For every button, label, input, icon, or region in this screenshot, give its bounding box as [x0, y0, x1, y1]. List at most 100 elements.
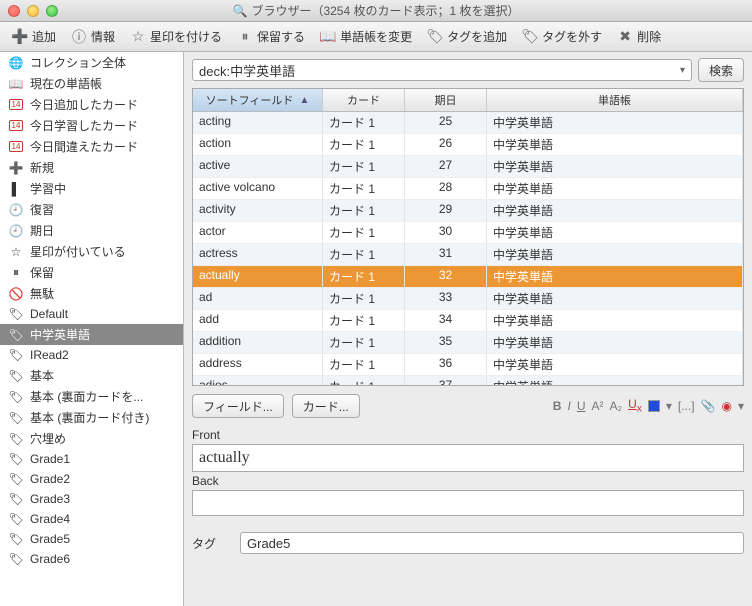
sidebar-item-label: Default [30, 307, 68, 321]
pause-icon: ⏸ [8, 265, 24, 281]
cell-due: 26 [405, 134, 487, 155]
more-button[interactable]: ▾ [738, 399, 744, 413]
cell-card: カード 1 [323, 112, 405, 133]
cell-due: 28 [405, 178, 487, 199]
sidebar-item[interactable]: 🚫無駄 [0, 283, 183, 304]
attach-button[interactable]: 📎 [701, 399, 716, 413]
table-row[interactable]: actorカード 130中学英単語 [193, 222, 743, 244]
table-row[interactable]: actressカード 131中学英単語 [193, 244, 743, 266]
sidebar-item[interactable]: 🏷Grade1 [0, 449, 183, 469]
cell-sort: addition [193, 332, 323, 353]
table-row[interactable]: activeカード 127中学英単語 [193, 156, 743, 178]
sidebar-item[interactable]: 🏷Default [0, 304, 183, 324]
col-deck[interactable]: 単語帳 [487, 89, 743, 111]
zoom-window-button[interactable] [46, 5, 58, 17]
sidebar-item[interactable]: ⏸保留 [0, 262, 183, 283]
col-due[interactable]: 期日 [405, 89, 487, 111]
cell-deck: 中学英単語 [487, 178, 743, 199]
sort-asc-icon: ▲ [299, 95, 309, 106]
table-row[interactable]: actuallyカード 132中学英単語 [193, 266, 743, 288]
delete-button[interactable]: ✖削除 [611, 26, 667, 47]
sidebar-item[interactable]: 🏷基本 (裏面カード付き) [0, 407, 183, 428]
sidebar-item[interactable]: 🌐コレクション全体 [0, 52, 183, 73]
sidebar-item[interactable]: 14今日間違えたカード [0, 136, 183, 157]
subscript-button[interactable]: A₂ [609, 399, 622, 413]
fields-button[interactable]: フィールド... [192, 394, 284, 418]
sidebar-item[interactable]: 📖現在の単語帳 [0, 73, 183, 94]
cell-sort: action [193, 134, 323, 155]
sidebar-item[interactable]: 🏷Grade3 [0, 489, 183, 509]
sidebar-item[interactable]: 🏷Grade4 [0, 509, 183, 529]
sidebar-item[interactable]: 🏷Grade6 [0, 549, 183, 569]
sidebar-item[interactable]: 🕘期日 [0, 220, 183, 241]
italic-button[interactable]: I [567, 399, 570, 413]
cloze-button[interactable]: [...] [678, 399, 695, 413]
sidebar-item[interactable]: 🏷IRead2 [0, 345, 183, 365]
cell-due: 36 [405, 354, 487, 375]
sidebar-item[interactable]: 🏷基本 [0, 365, 183, 386]
back-label: Back [192, 474, 744, 488]
table-row[interactable]: adカード 133中学英単語 [193, 288, 743, 310]
sidebar-item[interactable]: 14今日追加したカード [0, 94, 183, 115]
color-dropdown-icon[interactable]: ▾ [666, 399, 672, 413]
info-button[interactable]: ⓘ情報 [65, 26, 121, 47]
table-row[interactable]: actingカード 125中学英単語 [193, 112, 743, 134]
table-row[interactable]: actionカード 126中学英単語 [193, 134, 743, 156]
bold-button[interactable]: B [553, 399, 562, 413]
table-body[interactable]: actingカード 125中学英単語actionカード 126中学英単語acti… [193, 112, 743, 385]
book-icon: 📖 [320, 29, 336, 45]
cell-sort: acting [193, 112, 323, 133]
col-card[interactable]: カード [323, 89, 405, 111]
sidebar-item-label: Grade5 [30, 532, 70, 546]
delete-icon: ✖ [617, 29, 633, 45]
cell-card: カード 1 [323, 266, 405, 287]
cell-sort: add [193, 310, 323, 331]
col-sort-field[interactable]: ソートフィールド▲ [193, 89, 323, 111]
suspend-button[interactable]: ⏸保留する [231, 26, 311, 47]
cell-deck: 中学英単語 [487, 354, 743, 375]
sidebar-item[interactable]: 🏷基本 (裏面カードを... [0, 386, 183, 407]
cell-due: 37 [405, 376, 487, 385]
search-button[interactable]: 検索 [698, 58, 744, 82]
superscript-button[interactable]: A² [591, 399, 603, 413]
sidebar-item[interactable]: 🕘復習 [0, 199, 183, 220]
search-input[interactable]: deck:中学英単語 ▾ [192, 59, 692, 81]
table-row[interactable]: addカード 134中学英単語 [193, 310, 743, 332]
sidebar-item[interactable]: ➕新規 [0, 157, 183, 178]
sidebar-item[interactable]: ☆星印が付いている [0, 241, 183, 262]
sidebar-item[interactable]: 🏷穴埋め [0, 428, 183, 449]
clear-format-button[interactable]: Ux [628, 397, 642, 414]
dropdown-icon[interactable]: ▾ [680, 65, 685, 76]
sidebar-item[interactable]: 🏷Grade5 [0, 529, 183, 549]
table-row[interactable]: addressカード 136中学英単語 [193, 354, 743, 376]
cell-due: 35 [405, 332, 487, 353]
sidebar-item-label: Grade2 [30, 472, 70, 486]
sidebar-item[interactable]: 🏷中学英単語 [0, 324, 183, 345]
change-deck-button[interactable]: 📖単語帳を変更 [314, 26, 418, 47]
close-window-button[interactable] [8, 5, 20, 17]
remove-tag-button[interactable]: 🏷タグを外す [516, 26, 608, 47]
tag-icon: 🏷 [8, 511, 24, 527]
sidebar-item[interactable]: 14今日学習したカード [0, 115, 183, 136]
tags-input[interactable]: Grade5 [240, 532, 744, 554]
sidebar-item-label: 現在の単語帳 [30, 75, 102, 92]
color-button[interactable] [648, 400, 660, 412]
record-button[interactable]: ◉ [721, 399, 731, 413]
add-button[interactable]: ➕追加 [6, 26, 62, 47]
cell-due: 34 [405, 310, 487, 331]
add-tag-button[interactable]: 🏷タグを追加 [421, 26, 513, 47]
table-row[interactable]: active volcanoカード 128中学英単語 [193, 178, 743, 200]
back-field[interactable] [192, 490, 744, 516]
table-row[interactable]: activityカード 129中学英単語 [193, 200, 743, 222]
front-field[interactable]: actually [192, 444, 744, 472]
mark-button[interactable]: ☆星印を付ける [124, 26, 228, 47]
cards-button[interactable]: カード... [292, 394, 360, 418]
table-row[interactable]: adiosカード 137中学英単語 [193, 376, 743, 385]
minimize-window-button[interactable] [27, 5, 39, 17]
underline-button[interactable]: U [577, 399, 586, 413]
sidebar-item[interactable]: 🏷Grade2 [0, 469, 183, 489]
cell-due: 27 [405, 156, 487, 177]
table-row[interactable]: additionカード 135中学英単語 [193, 332, 743, 354]
sidebar-item[interactable]: ▌学習中 [0, 178, 183, 199]
sidebar-item-label: IRead2 [30, 348, 69, 362]
